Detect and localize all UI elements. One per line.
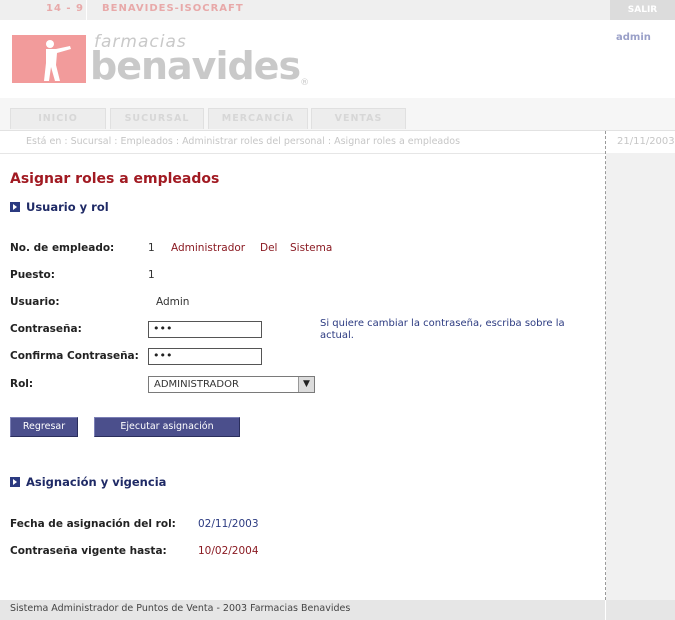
chevron-down-icon[interactable]: ▼: [298, 377, 314, 392]
back-button[interactable]: Regresar: [10, 417, 78, 437]
user-value: Admin: [156, 296, 190, 308]
role-select[interactable]: ADMINISTRADOR ▼: [148, 376, 315, 393]
position-value: 1: [148, 269, 155, 281]
position-label: Puesto:: [10, 269, 55, 281]
footer: Sistema Administrador de Puntos de Venta…: [0, 600, 605, 620]
footer-text: Sistema Administrador de Puntos de Venta…: [10, 603, 351, 614]
employee-number-label: No. de empleado:: [10, 242, 115, 254]
tab-inicio[interactable]: INICIO: [10, 108, 106, 129]
role-selected-value: ADMINISTRADOR: [154, 379, 239, 390]
section-user-role: Usuario y rol: [10, 200, 109, 214]
top-bar: 14 - 9 BENAVIDES-ISOCRAFT SALIR: [0, 0, 675, 21]
employee-last-name: Sistema: [290, 242, 333, 254]
right-panel: [606, 153, 675, 600]
user-label: Usuario:: [10, 296, 60, 308]
section-arrow-icon: [10, 477, 20, 487]
brand-text-large: benavides®: [90, 44, 309, 88]
page-title: Asignar roles a empleados: [10, 171, 220, 187]
column-divider: [605, 131, 606, 600]
main-content: Asignar roles a empleados Usuario y rol …: [0, 154, 605, 600]
employee-first-name: Administrador: [171, 242, 246, 254]
password-hint: Si quiere cambiar la contraseña, escriba…: [320, 318, 565, 341]
section-title: Asignación y vigencia: [26, 475, 167, 489]
branch-code: 14 - 9: [46, 3, 84, 14]
confirm-password-label: Confirma Contraseña:: [10, 350, 139, 362]
current-user: admin: [616, 32, 651, 43]
confirm-password-field[interactable]: •••: [148, 348, 262, 365]
registered-mark: ®: [300, 78, 309, 88]
assignment-date: 02/11/2003: [198, 518, 259, 530]
section-arrow-icon: [10, 202, 20, 212]
execute-assignment-button[interactable]: Ejecutar asignación: [94, 417, 240, 437]
role-label: Rol:: [10, 378, 34, 390]
top-divider: [86, 0, 87, 20]
assignment-date-label: Fecha de asignación del rol:: [10, 518, 176, 530]
header: farmacias benavides® admin: [0, 20, 675, 98]
password-field[interactable]: •••: [148, 321, 262, 338]
current-date: 21/11/2003: [617, 136, 675, 147]
tab-sucursal[interactable]: SUCURSAL: [110, 108, 204, 129]
password-label: Contraseña:: [10, 323, 82, 335]
app-name: BENAVIDES-ISOCRAFT: [102, 3, 244, 14]
section-title: Usuario y rol: [26, 200, 109, 214]
breadcrumb: Está en : Sucursal : Empleados : Adminis…: [0, 131, 675, 154]
employee-middle-name: Del: [260, 242, 278, 254]
brand-name: benavides: [90, 44, 301, 88]
password-valid-until: 10/02/2004: [198, 545, 259, 557]
section-assignment: Asignación y vigencia: [10, 475, 166, 489]
tab-mercancia[interactable]: MERCANCÍA: [208, 108, 308, 129]
password-valid-label: Contraseña vigente hasta:: [10, 545, 167, 557]
tab-ventas[interactable]: VENTAS: [311, 108, 406, 129]
logout-button[interactable]: SALIR: [610, 0, 675, 20]
footer-right: [606, 600, 675, 620]
logo-icon: [12, 35, 86, 83]
breadcrumb-path: Está en : Sucursal : Empleados : Adminis…: [26, 136, 461, 147]
main-nav: INICIO SUCURSAL MERCANCÍA VENTAS: [0, 98, 675, 131]
employee-number: 1: [148, 242, 155, 254]
